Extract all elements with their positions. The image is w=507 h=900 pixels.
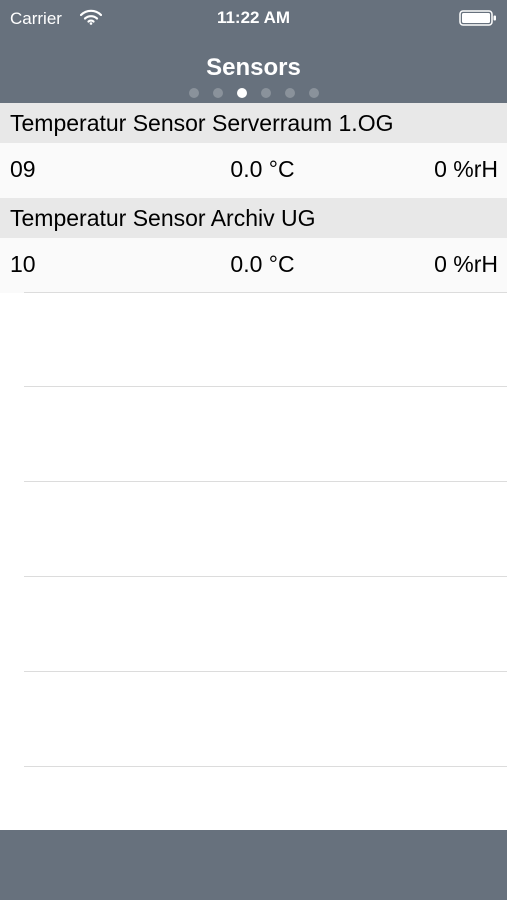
sensor-humidity: 0 %rH [434, 251, 498, 277]
page-dot[interactable] [284, 87, 295, 98]
page-dot-active[interactable] [236, 87, 247, 98]
status-bar: Carrier 11:22 AM [0, 0, 507, 36]
empty-row-separator [24, 766, 507, 767]
sensor-row[interactable]: 09 0.0 °C 0 %rH [0, 143, 507, 198]
page-title: Sensors [206, 54, 301, 81]
empty-row-separator [24, 481, 507, 482]
sensor-temperature: 0.0 °C [230, 156, 295, 182]
empty-row-separator [24, 292, 507, 293]
bottom-toolbar [0, 830, 507, 900]
page-dot[interactable] [308, 87, 319, 98]
sensor-list: Temperatur Sensor Serverraum 1.OG 09 0.0… [0, 103, 507, 293]
top-bar: Carrier 11:22 AM Sensors [0, 0, 507, 103]
empty-row-separator [24, 386, 507, 387]
page-indicator[interactable] [0, 84, 507, 98]
battery-icon [459, 10, 496, 26]
sensor-section-header: Temperatur Sensor Archiv UG [0, 198, 507, 238]
status-time: 11:22 AM [216, 8, 291, 27]
sensor-humidity: 0 %rH [434, 156, 498, 182]
sensor-row[interactable]: 10 0.0 °C 0 %rH [0, 238, 507, 293]
page-dot[interactable] [260, 87, 271, 98]
page-dot[interactable] [212, 87, 223, 98]
empty-row-separator [24, 671, 507, 672]
page-dot[interactable] [188, 87, 199, 98]
sensor-temperature: 0.0 °C [230, 251, 295, 277]
empty-row-separator [24, 576, 507, 577]
sensor-section-header: Temperatur Sensor Serverraum 1.OG [0, 103, 507, 143]
